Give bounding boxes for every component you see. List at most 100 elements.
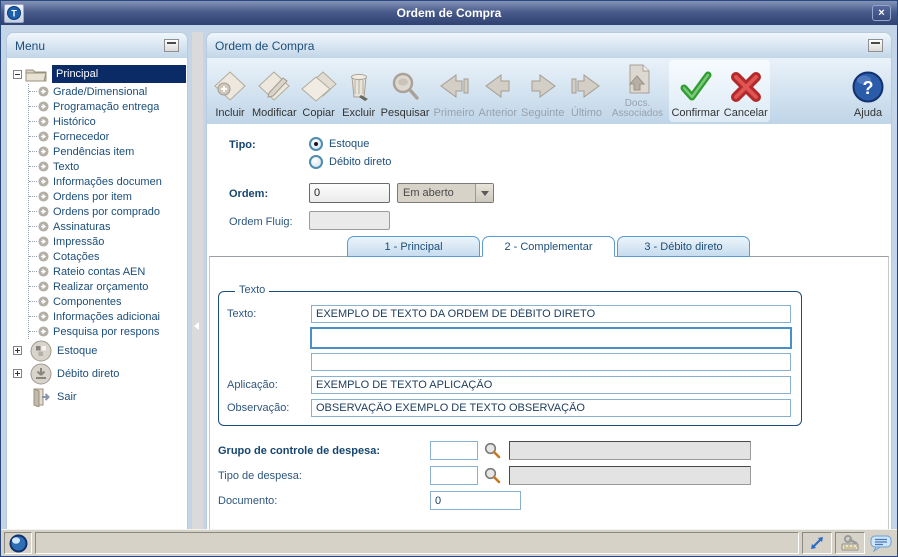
title-bar: T Ordem de Compra × xyxy=(1,1,897,25)
arrow-circle-icon xyxy=(38,161,49,172)
confirm-button-group: Confirmar Cancelar xyxy=(669,60,770,122)
modificar-button[interactable]: Modificar xyxy=(250,60,299,122)
tree-node-sair[interactable]: Sair xyxy=(11,385,186,408)
menu-item-pendencias-item[interactable]: Pendências item xyxy=(29,144,186,159)
panel-splitter[interactable] xyxy=(192,32,203,529)
anterior-button[interactable]: Anterior xyxy=(477,60,520,122)
excluir-button[interactable]: Excluir xyxy=(339,60,379,122)
expand-plus-icon[interactable] xyxy=(13,369,22,378)
window-title: Ordem de Compra xyxy=(396,6,502,20)
texto-label: Texto: xyxy=(227,308,257,320)
dropdown-arrow-icon[interactable] xyxy=(475,184,493,202)
tipo-despesa-lookup-icon[interactable] xyxy=(484,467,501,484)
status-dropdown[interactable]: Em aberto xyxy=(397,183,494,203)
radio-option-estoque[interactable]: Estoque xyxy=(309,137,391,151)
menu-item-informacoes-adicionais[interactable]: Informações adicionai xyxy=(29,309,186,324)
menu-item-realizar-orcamento[interactable]: Realizar orçamento xyxy=(29,279,186,294)
collapse-minus-icon[interactable] xyxy=(13,69,22,79)
menu-item-impressao[interactable]: Impressão xyxy=(29,234,186,249)
aplicacao-input[interactable] xyxy=(311,376,791,394)
arrow-circle-icon xyxy=(38,86,49,97)
menu-item-ordens-por-comprador[interactable]: Ordens por comprado xyxy=(29,204,186,219)
estoque-orb-icon xyxy=(30,340,52,362)
radio-unselected-icon[interactable] xyxy=(309,155,323,169)
cancelar-x-icon xyxy=(728,67,764,107)
observacao-input[interactable] xyxy=(311,399,791,417)
copiar-button[interactable]: Copiar xyxy=(299,60,339,122)
menu-item-cotacoes[interactable]: Cotações xyxy=(29,249,186,264)
pesquisar-icon xyxy=(387,67,423,107)
menu-item-componentes[interactable]: Componentes xyxy=(29,294,186,309)
tipo-row: Tipo: Estoque Débito direto xyxy=(229,137,891,173)
ajuda-button[interactable]: ? Ajuda xyxy=(848,60,888,122)
arrow-circle-icon xyxy=(38,146,49,157)
tab-principal[interactable]: 1 - Principal xyxy=(347,236,480,257)
close-button[interactable]: × xyxy=(872,5,891,21)
anterior-icon xyxy=(480,67,516,107)
texto-input-1[interactable] xyxy=(311,305,791,323)
status-message-cell xyxy=(35,532,799,554)
tab-complementar[interactable]: 2 - Complementar xyxy=(482,236,615,257)
tipo-despesa-input[interactable] xyxy=(430,466,478,485)
menu-item-texto[interactable]: Texto xyxy=(29,159,186,174)
order-panel-header: Ordem de Compra xyxy=(207,33,891,58)
arrow-circle-icon xyxy=(38,191,49,202)
tab-debito-direto[interactable]: 3 - Débito direto xyxy=(617,236,750,257)
grupo-despesa-lookup-icon[interactable] xyxy=(484,442,501,459)
menu-collapse-button[interactable] xyxy=(164,39,179,52)
arrow-circle-icon xyxy=(38,281,49,292)
pesquisar-button[interactable]: Pesquisar xyxy=(379,60,432,122)
resize-cell[interactable] xyxy=(802,532,832,554)
messages-cell[interactable] xyxy=(868,535,894,552)
speech-bubble-icon xyxy=(870,535,892,552)
menu-item-assinaturas[interactable]: Assinaturas xyxy=(29,219,186,234)
texto-input-2[interactable] xyxy=(311,328,791,348)
expand-plus-icon[interactable] xyxy=(13,346,22,355)
seguinte-button[interactable]: Seguinte xyxy=(519,60,566,122)
ordem-label: Ordem: xyxy=(229,188,269,200)
menu-item-pesquisa-por-responsavel[interactable]: Pesquisa por respons xyxy=(29,324,186,339)
status-orb-icon xyxy=(9,534,27,552)
incluir-button[interactable]: Incluir xyxy=(210,60,250,122)
menu-item-fornecedor[interactable]: Fornecedor xyxy=(29,129,186,144)
expense-section: Grupo de controle de despesa: Tipo de de… xyxy=(218,441,888,510)
excluir-icon xyxy=(341,67,377,107)
docs-associados-button[interactable]: Docs. Associados xyxy=(606,60,668,122)
arrow-circle-icon xyxy=(38,251,49,262)
arrow-circle-icon xyxy=(38,236,49,247)
confirmar-button[interactable]: Confirmar xyxy=(669,60,721,122)
grupo-despesa-input[interactable] xyxy=(430,441,478,460)
keyboard-settings-cell[interactable] xyxy=(835,532,865,554)
tree-node-label[interactable]: Principal xyxy=(52,65,186,83)
order-collapse-button[interactable] xyxy=(868,39,883,52)
radio-selected-icon[interactable] xyxy=(309,137,323,151)
ordem-input[interactable] xyxy=(309,183,390,203)
tree-node-estoque[interactable]: Estoque xyxy=(11,339,186,362)
cancelar-button[interactable]: Cancelar xyxy=(722,60,770,122)
menu-item-historico[interactable]: Histórico xyxy=(29,114,186,129)
documento-input[interactable] xyxy=(430,491,521,510)
texto-row-1: Texto: xyxy=(227,305,791,323)
content-area: Menu Principal Grade/Dimensional Program… xyxy=(1,25,897,529)
menu-item-grade-dimensional[interactable]: Grade/Dimensional xyxy=(29,84,186,99)
confirmar-check-icon xyxy=(678,67,714,107)
modificar-icon xyxy=(256,67,292,107)
tree-node-principal[interactable]: Principal xyxy=(11,64,186,84)
menu-item-rateio-contas-aen[interactable]: Rateio contas AEN xyxy=(29,264,186,279)
tree-node-debito-direto[interactable]: Débito direto xyxy=(11,362,186,385)
menu-item-programacao-entrega[interactable]: Programação entrega xyxy=(29,99,186,114)
debito-direto-orb-icon xyxy=(30,363,52,385)
arrow-circle-icon xyxy=(38,206,49,217)
app-window: T Ordem de Compra × Menu Principal Grade… xyxy=(0,0,898,557)
ultimo-button[interactable]: Último xyxy=(566,60,606,122)
radio-option-debito-direto[interactable]: Débito direto xyxy=(309,155,391,169)
primeiro-button[interactable]: Primeiro xyxy=(432,60,477,122)
menu-item-informacoes-documento[interactable]: Informações documen xyxy=(29,174,186,189)
splitter-collapse-arrow-icon[interactable] xyxy=(194,322,199,330)
ordem-fluig-label: Ordem Fluig: xyxy=(229,215,293,228)
menu-item-ordens-por-item[interactable]: Ordens por item xyxy=(29,189,186,204)
status-dropdown-value: Em aberto xyxy=(403,187,454,199)
keyboard-wrench-icon xyxy=(841,535,859,551)
menu-tree: Principal Grade/Dimensional Programação … xyxy=(7,58,187,529)
texto-input-3[interactable] xyxy=(311,353,791,371)
